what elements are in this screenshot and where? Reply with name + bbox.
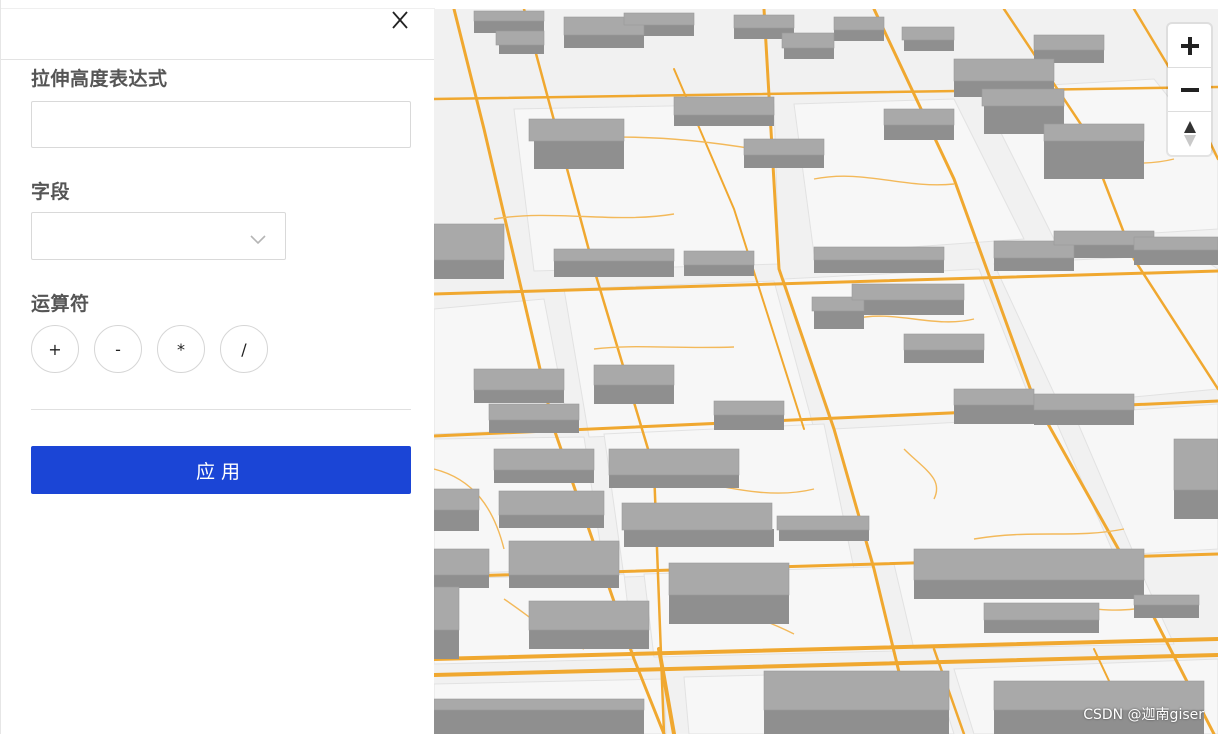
watermark-text: CSDN @迦南giser bbox=[1083, 707, 1204, 723]
extrude-expression-input[interactable] bbox=[31, 101, 411, 148]
header-divider bbox=[1, 59, 435, 60]
apply-button[interactable]: 应用 bbox=[31, 446, 411, 494]
operator-divide-button[interactable]: / bbox=[220, 325, 268, 373]
map-canvas[interactable] bbox=[434, 9, 1218, 734]
zoom-in-button[interactable] bbox=[1168, 24, 1211, 67]
operator-plus-button[interactable]: + bbox=[31, 325, 79, 373]
field-select[interactable] bbox=[31, 212, 286, 260]
field-label: 字段 bbox=[31, 181, 71, 203]
map-view[interactable]: CSDN @迦南giser bbox=[434, 9, 1218, 734]
compass-button[interactable] bbox=[1168, 112, 1211, 155]
map-navigation-control bbox=[1168, 24, 1211, 155]
operator-label: 运算符 bbox=[31, 293, 90, 315]
close-icon[interactable] bbox=[389, 9, 411, 31]
app-root: 拉伸高度表达式 字段 运算符 + - * / 应用 CSDN @迦南giser bbox=[0, 0, 1218, 734]
zoom-out-button[interactable] bbox=[1168, 68, 1211, 111]
extrude-settings-panel: 拉伸高度表达式 字段 运算符 + - * / 应用 bbox=[0, 0, 435, 734]
operator-multiply-button[interactable]: * bbox=[157, 325, 205, 373]
panel-top-border bbox=[1, 8, 435, 9]
extrude-expression-label: 拉伸高度表达式 bbox=[31, 68, 168, 90]
operator-minus-button[interactable]: - bbox=[94, 325, 142, 373]
section-divider bbox=[31, 409, 411, 410]
plus-icon bbox=[1180, 36, 1199, 55]
chevron-down-icon bbox=[249, 231, 267, 245]
compass-icon bbox=[1183, 120, 1196, 147]
minus-icon bbox=[1180, 87, 1199, 92]
